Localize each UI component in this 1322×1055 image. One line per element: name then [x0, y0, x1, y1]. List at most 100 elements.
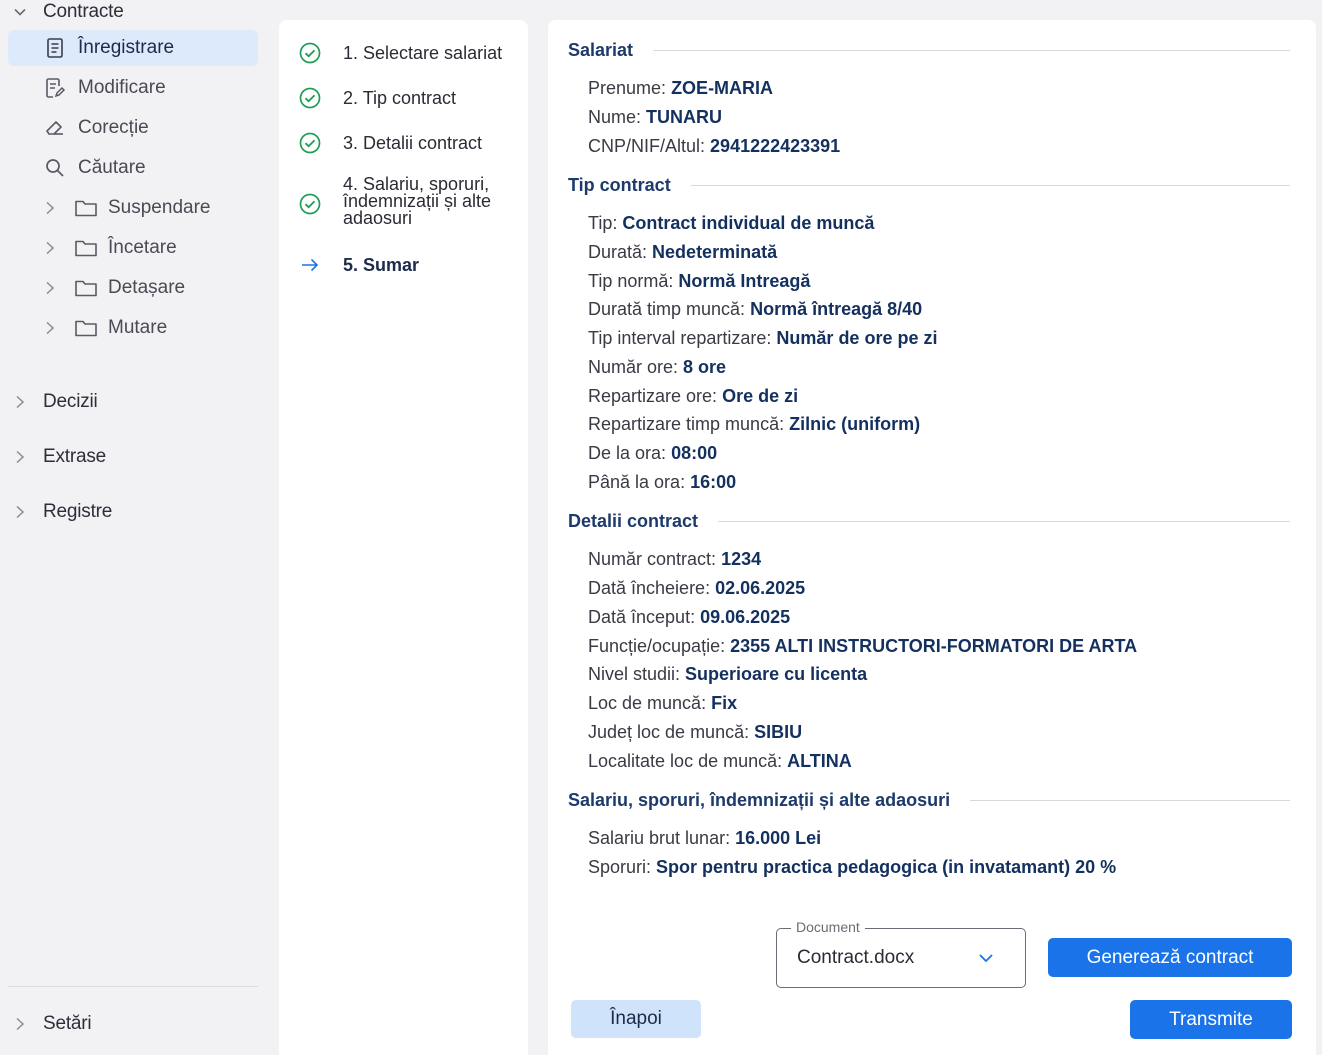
sidebar-item-modificare[interactable]: Modificare — [8, 70, 258, 106]
step-selectare-salariat[interactable]: 1. Selectare salariat — [279, 42, 528, 64]
field-value: 2355 ALTI INSTRUCTORI-FORMATORI DE ARTA — [730, 636, 1138, 656]
sidebar-subgroup-incetare[interactable]: Încetare — [8, 230, 258, 266]
field-loc-de-munca: Loc de muncă: Fix — [588, 693, 737, 714]
nav-group-decizii[interactable]: Decizii — [0, 384, 268, 420]
step-label: 4. Salariu, sporuri, îndemnizații și alt… — [343, 174, 492, 228]
folder-icon — [74, 238, 98, 258]
field-value: 16:00 — [690, 472, 737, 492]
sidebar-subgroup-detasare[interactable]: Detașare — [8, 270, 258, 306]
sidebar-item-label: Înregistrare — [78, 37, 175, 58]
chevron-right-icon — [12, 1006, 28, 1042]
field-functie: Funcție/ocupație: 2355 ALTI INSTRUCTORI-… — [588, 636, 1137, 657]
field-value: 1234 — [721, 549, 762, 569]
field-label: Dată început: — [588, 607, 696, 627]
genereaza-contract-button[interactable]: Generează contract — [1048, 938, 1292, 977]
field-localitate: Localitate loc de muncă: ALTINA — [588, 751, 852, 772]
field-label: Nume: — [588, 107, 642, 127]
section-header-tip-contract: Tip contract — [568, 174, 1290, 196]
sidebar-subgroup-label: Detașare — [108, 277, 186, 298]
sidebar-item-label: Modificare — [78, 77, 166, 98]
field-label: Dată încheiere: — [588, 578, 711, 598]
chevron-right-icon — [43, 240, 57, 256]
check-circle-icon — [299, 87, 321, 109]
transmite-button[interactable]: Transmite — [1130, 1000, 1292, 1039]
nav-group-extrase[interactable]: Extrase — [0, 439, 268, 475]
section-title: Salariu, sporuri, îndemnizații și alte a… — [568, 789, 951, 810]
field-durata-timp-munca: Durată timp muncă: Normă întreagă 8/40 — [588, 299, 922, 320]
field-label: Localitate loc de muncă: — [588, 751, 783, 771]
field-label: Repartizare timp muncă: — [588, 414, 785, 434]
field-label: Durată timp muncă: — [588, 299, 746, 319]
wizard-stepper: 1. Selectare salariat 2. Tip contract 3.… — [279, 20, 528, 1055]
field-value: Fix — [711, 693, 738, 713]
step-detalii-contract[interactable]: 3. Detalii contract — [279, 132, 528, 154]
sidebar: Contracte Înregistrare Modificare Corecț… — [0, 0, 268, 1055]
field-value: Superioare cu licenta — [685, 664, 868, 684]
field-value: Zilnic (uniform) — [789, 414, 921, 434]
sidebar-item-inregistrare[interactable]: Înregistrare — [8, 30, 258, 66]
field-tip-norma: Tip normă: Normă Intreagă — [588, 271, 810, 292]
field-salariu-brut: Salariu brut lunar: 16.000 Lei — [588, 828, 821, 849]
field-data-inceput: Dată început: 09.06.2025 — [588, 607, 790, 628]
step-sumar[interactable]: 5. Sumar — [279, 254, 528, 276]
sidebar-item-cautare[interactable]: Căutare — [8, 150, 258, 186]
section-header-detalii-contract: Detalii contract — [568, 510, 1290, 532]
section-divider — [690, 184, 1290, 186]
field-nume: Nume: TUNARU — [588, 107, 722, 128]
field-tip-interval: Tip interval repartizare: Număr de ore p… — [588, 328, 937, 349]
field-value: ALTINA — [787, 751, 852, 771]
sidebar-item-label: Corecție — [78, 117, 149, 138]
document-icon — [44, 37, 66, 59]
step-label: 3. Detalii contract — [343, 133, 483, 153]
nav-group-contracte[interactable]: Contracte — [0, 0, 268, 30]
field-value: Normă întreagă 8/40 — [750, 299, 923, 319]
sidebar-subgroup-mutare[interactable]: Mutare — [8, 310, 258, 346]
field-repartizare-timp: Repartizare timp muncă: Zilnic (uniform) — [588, 414, 920, 435]
nav-group-label: Contracte — [43, 1, 124, 22]
folder-icon — [74, 198, 98, 218]
field-value: 16.000 Lei — [735, 828, 822, 848]
chevron-down-icon — [12, 0, 28, 30]
nav-group-setari[interactable]: Setări — [0, 1006, 268, 1042]
field-value: ZOE-MARIA — [671, 78, 774, 98]
chevron-right-icon — [43, 280, 57, 296]
field-label: Durată: — [588, 242, 648, 262]
section-divider — [970, 799, 1290, 801]
field-value: Număr de ore pe zi — [776, 328, 938, 348]
sidebar-subgroup-suspendare[interactable]: Suspendare — [8, 190, 258, 226]
inapoi-button[interactable]: Înapoi — [571, 1000, 701, 1038]
check-circle-icon — [299, 42, 321, 64]
summary-panel: Salariat Prenume: ZOE-MARIA Nume: TUNARU… — [548, 20, 1316, 1055]
field-value: Spor pentru practica pedagogica (in inva… — [656, 857, 1117, 877]
field-value: Contract individual de muncă — [622, 213, 875, 233]
chevron-right-icon — [12, 494, 28, 530]
document-select-value: Contract.docx — [797, 947, 915, 968]
step-salariu-sporuri[interactable]: 4. Salariu, sporuri, îndemnizații și alt… — [279, 174, 528, 232]
field-label: Până la ora: — [588, 472, 686, 492]
nav-group-label: Setări — [43, 1013, 92, 1034]
sidebar-item-corectie[interactable]: Corecție — [8, 110, 258, 146]
nav-group-label: Decizii — [43, 391, 98, 412]
field-value: Normă Intreagă — [678, 271, 811, 291]
step-tip-contract[interactable]: 2. Tip contract — [279, 87, 528, 109]
step-label: 2. Tip contract — [343, 88, 457, 108]
nav-group-registre[interactable]: Registre — [0, 494, 268, 530]
field-value: SIBIU — [754, 722, 803, 742]
field-pana-la-ora: Până la ora: 16:00 — [588, 472, 736, 493]
section-title: Tip contract — [568, 174, 671, 195]
chevron-right-icon — [12, 384, 28, 420]
field-nivel-studii: Nivel studii: Superioare cu licenta — [588, 664, 867, 685]
field-numar-ore: Număr ore: 8 ore — [588, 357, 726, 378]
chevron-down-icon[interactable] — [977, 949, 995, 967]
section-title: Detalii contract — [568, 510, 699, 531]
sidebar-item-label: Căutare — [78, 157, 146, 178]
check-circle-icon — [299, 132, 321, 154]
field-label: CNP/NIF/Altul: — [588, 136, 706, 156]
search-icon — [44, 157, 66, 179]
field-label: De la ora: — [588, 443, 667, 463]
chevron-right-icon — [43, 320, 57, 336]
document-select[interactable]: Document Contract.docx — [776, 919, 1026, 988]
field-prenume: Prenume: ZOE-MARIA — [588, 78, 773, 99]
field-data-incheiere: Dată încheiere: 02.06.2025 — [588, 578, 805, 599]
field-label: Număr ore: — [588, 357, 679, 377]
